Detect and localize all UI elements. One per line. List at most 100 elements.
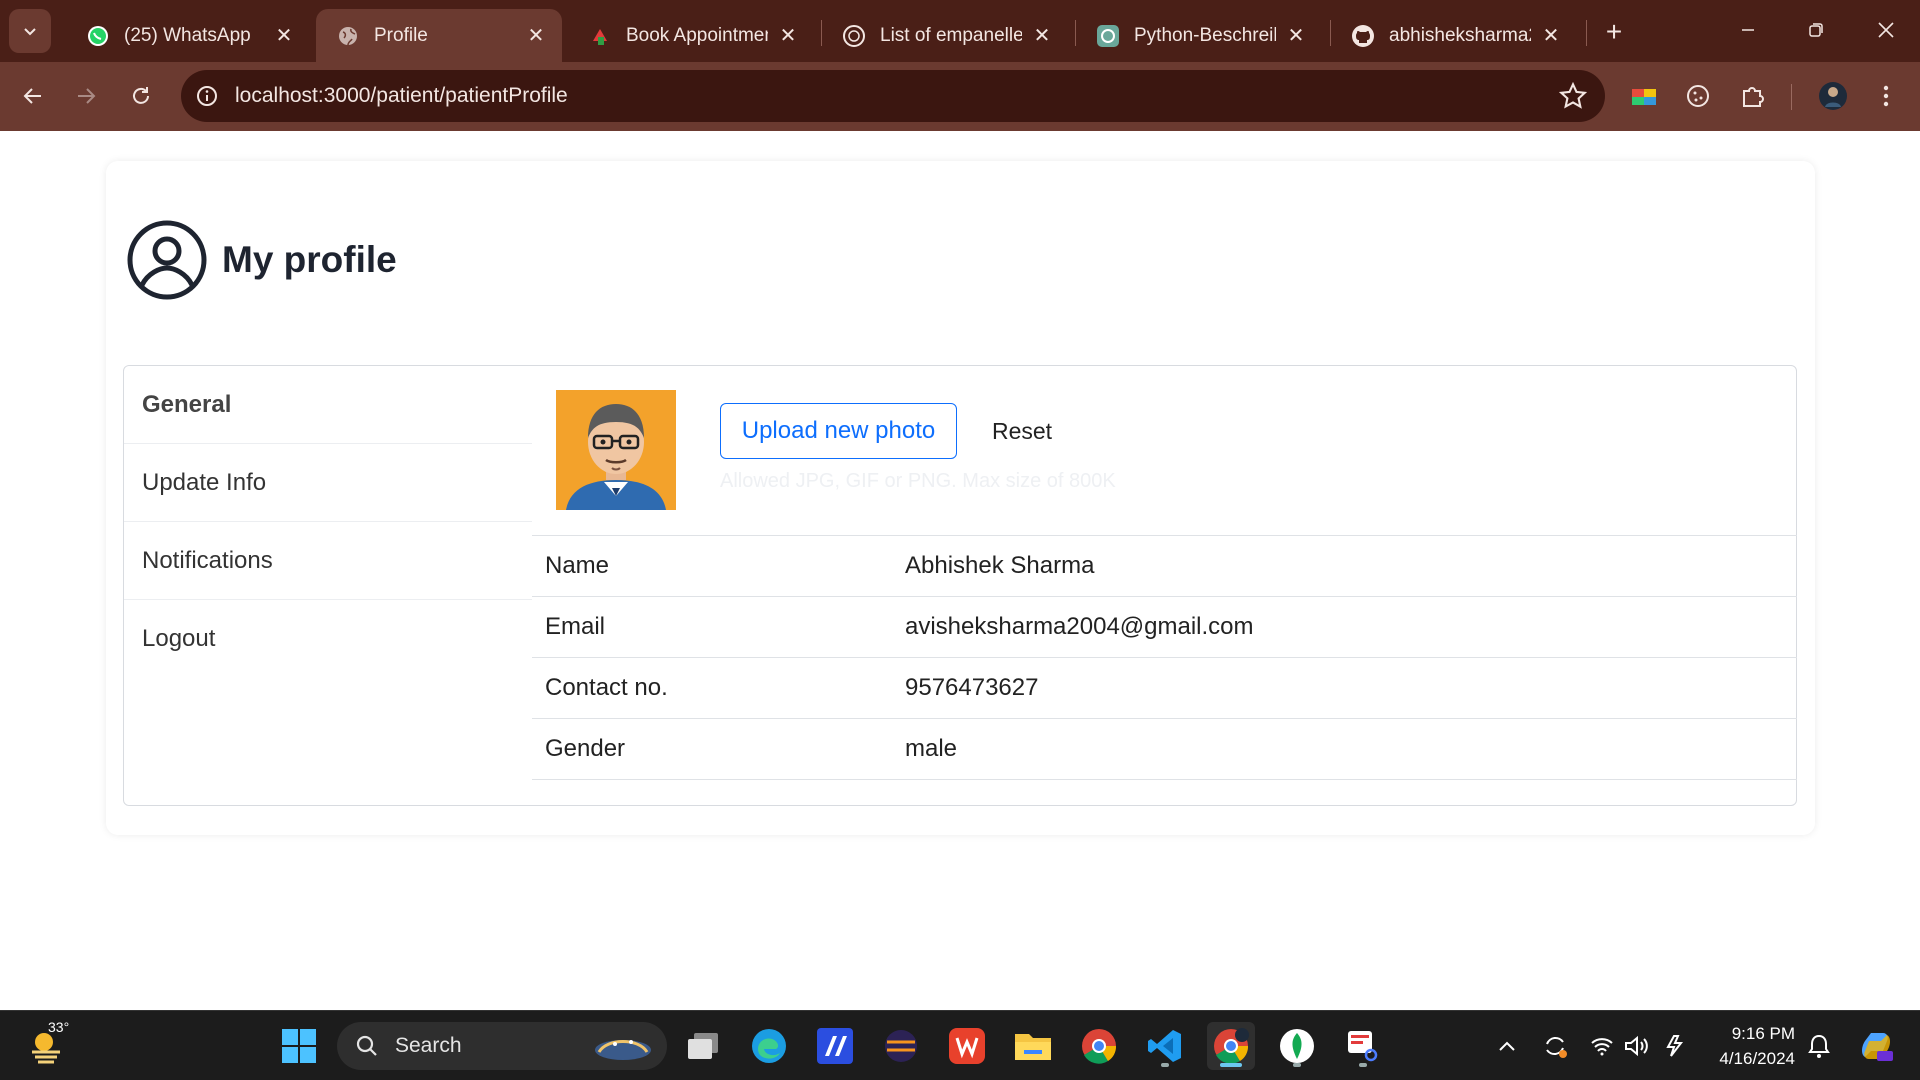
show-hidden-icons-button[interactable] bbox=[1492, 1031, 1522, 1061]
field-value: male bbox=[905, 735, 958, 762]
minimize-button[interactable] bbox=[1728, 10, 1768, 50]
upload-photo-button[interactable]: Upload new photo bbox=[720, 403, 957, 459]
arrow-left-icon bbox=[23, 88, 41, 104]
browser-toolbar: localhost:3000/patient/patientProfile bbox=[0, 62, 1920, 131]
sidebar-item-notifications[interactable]: Notifications bbox=[124, 522, 532, 600]
sidebar-item-general[interactable]: General bbox=[124, 366, 532, 444]
app-favicon-icon bbox=[588, 24, 612, 48]
windows-logo-icon bbox=[282, 1029, 316, 1063]
profile-panel: General Update Info Notifications Logout bbox=[123, 365, 1797, 806]
user-circle-icon bbox=[127, 220, 207, 300]
taskbar-eclipse[interactable] bbox=[877, 1022, 925, 1070]
notification-bell-icon[interactable] bbox=[1804, 1031, 1834, 1061]
close-icon[interactable]: ✕ bbox=[524, 24, 548, 48]
info-icon[interactable] bbox=[195, 84, 219, 108]
chevron-up-icon bbox=[1499, 1041, 1515, 1051]
mongodb-icon bbox=[1280, 1029, 1314, 1063]
table-row: Contact no. 9576473627 bbox=[532, 658, 1797, 719]
page-title: My profile bbox=[222, 239, 397, 280]
reload-icon bbox=[133, 87, 149, 104]
photo-upload-hint: Allowed JPG, GIF or PNG. Max size of 800… bbox=[720, 470, 1116, 492]
running-indicator bbox=[1161, 1063, 1169, 1067]
close-icon[interactable]: ✕ bbox=[776, 24, 800, 48]
volume-icon[interactable] bbox=[1622, 1031, 1652, 1061]
windows-taskbar: 33° Search 9:16 PM 4/16/2024 bbox=[0, 1010, 1920, 1080]
profile-avatar[interactable] bbox=[1815, 78, 1851, 114]
field-label: Gender bbox=[545, 735, 626, 762]
sidebar-item-logout[interactable]: Logout bbox=[124, 600, 532, 678]
browser-tab-bar: (25) WhatsApp ✕ Profile ✕ Book Appointme… bbox=[0, 0, 1920, 62]
taskbar-app-m[interactable] bbox=[811, 1022, 859, 1070]
close-window-button[interactable] bbox=[1866, 10, 1906, 50]
clock-time: 9:16 PM bbox=[1731, 1024, 1795, 1043]
tab-label: List of empanelled bbox=[880, 24, 1022, 46]
taskbar-search[interactable]: Search bbox=[337, 1022, 667, 1070]
close-icon[interactable]: ✕ bbox=[272, 24, 296, 48]
minimize-icon bbox=[1742, 29, 1754, 31]
taskbar-chrome-profile[interactable] bbox=[1207, 1022, 1255, 1070]
tab-github[interactable]: abhisheksharma22 ✕ bbox=[1331, 9, 1577, 62]
reload-button[interactable] bbox=[121, 76, 161, 116]
taskbar-mongodb[interactable] bbox=[1273, 1022, 1321, 1070]
close-icon[interactable]: ✕ bbox=[1539, 24, 1563, 48]
close-icon bbox=[1878, 22, 1894, 38]
arrow-right-icon bbox=[78, 88, 96, 104]
tab-label: (25) WhatsApp bbox=[124, 24, 251, 46]
field-label: Email bbox=[545, 613, 606, 640]
field-label: Name bbox=[545, 552, 610, 579]
seal-favicon-icon bbox=[842, 24, 866, 48]
tab-search-button[interactable] bbox=[9, 9, 51, 53]
page-header: My profile bbox=[126, 219, 397, 301]
address-bar[interactable]: localhost:3000/patient/patientProfile bbox=[181, 70, 1605, 122]
tab-label: abhisheksharma22 bbox=[1389, 24, 1531, 46]
tab-empanelled-list[interactable]: List of empanelled ✕ bbox=[822, 9, 1068, 62]
table-row: Email avisheksharma2004@gmail.com bbox=[532, 597, 1797, 658]
taskbar-vscode[interactable] bbox=[1141, 1022, 1189, 1070]
browser-menu-button[interactable] bbox=[1868, 78, 1904, 114]
sidebar-item-update-info[interactable]: Update Info bbox=[124, 444, 532, 522]
restore-icon bbox=[1809, 23, 1823, 37]
copilot-icon[interactable] bbox=[1856, 1026, 1896, 1066]
sync-status-icon[interactable] bbox=[1540, 1031, 1570, 1061]
search-icon bbox=[356, 1035, 377, 1056]
extension-colorful-icon[interactable] bbox=[1626, 78, 1662, 114]
tab-book-appointment[interactable]: Book Appointment ✕ bbox=[568, 9, 814, 62]
profile-main: Upload new photo Reset Allowed JPG, GIF … bbox=[532, 366, 1797, 780]
table-row: Name Abhishek Sharma bbox=[532, 536, 1797, 597]
tab-whatsapp[interactable]: (25) WhatsApp ✕ bbox=[66, 9, 310, 62]
taskbar-clock[interactable]: 9:16 PM 4/16/2024 bbox=[1695, 1021, 1795, 1071]
extensions-puzzle-icon[interactable] bbox=[1734, 78, 1770, 114]
wps-icon bbox=[949, 1028, 985, 1064]
restore-button[interactable] bbox=[1796, 10, 1836, 50]
cookie-extension-icon[interactable] bbox=[1680, 78, 1716, 114]
back-button[interactable] bbox=[13, 76, 53, 116]
field-value: 9576473627 bbox=[905, 674, 1039, 701]
taskbar-edge[interactable] bbox=[745, 1022, 793, 1070]
tab-profile[interactable]: Profile ✕ bbox=[316, 9, 562, 62]
taskbar-task-view[interactable] bbox=[679, 1022, 727, 1070]
taskbar-snipping-tool[interactable] bbox=[1339, 1022, 1387, 1070]
start-button[interactable] bbox=[275, 1022, 323, 1070]
wifi-icon[interactable] bbox=[1587, 1031, 1617, 1061]
reset-photo-button[interactable]: Reset bbox=[982, 403, 1062, 459]
eclipse-icon bbox=[885, 1030, 917, 1062]
taskbar-chrome[interactable] bbox=[1075, 1022, 1123, 1070]
task-view-icon bbox=[688, 1033, 718, 1059]
snipping-tool-icon bbox=[1348, 1031, 1378, 1062]
chatgpt-icon bbox=[1096, 24, 1120, 48]
close-icon[interactable]: ✕ bbox=[1284, 24, 1308, 48]
plus-icon: + bbox=[1605, 16, 1623, 47]
bookmark-star-icon[interactable] bbox=[1559, 82, 1587, 110]
url-text[interactable]: localhost:3000/patient/patientProfile bbox=[235, 84, 1559, 108]
field-value: avisheksharma2004@gmail.com bbox=[905, 613, 1254, 640]
new-tab-button[interactable]: + bbox=[1596, 14, 1632, 50]
forward-button[interactable] bbox=[66, 76, 106, 116]
search-placeholder: Search bbox=[395, 1034, 462, 1057]
taskbar-file-explorer[interactable] bbox=[1009, 1022, 1057, 1070]
close-icon[interactable]: ✕ bbox=[1030, 24, 1054, 48]
taskbar-wps[interactable] bbox=[943, 1022, 991, 1070]
tab-python-docs[interactable]: Python-Beschreibu ✕ bbox=[1076, 9, 1322, 62]
chrome-icon bbox=[1082, 1029, 1117, 1064]
battery-icon[interactable] bbox=[1658, 1031, 1688, 1061]
chrome-profile-icon bbox=[1214, 1028, 1249, 1064]
